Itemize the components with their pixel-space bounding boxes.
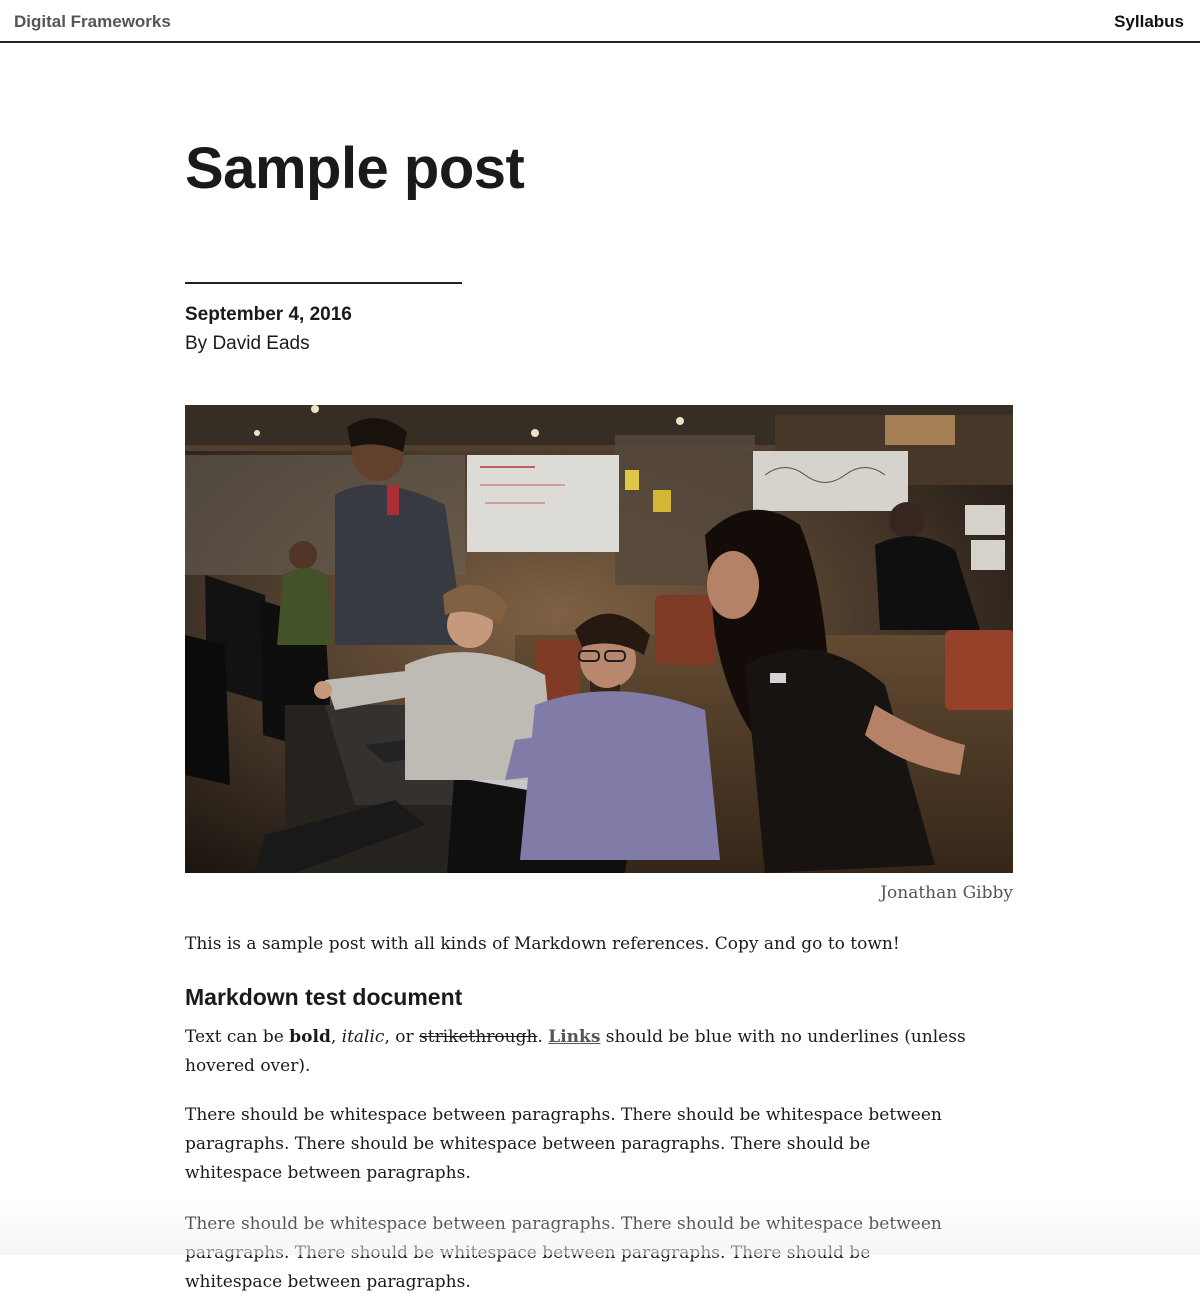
site-title-link[interactable]: Digital Frameworks [14,12,171,32]
post-title: Sample post [185,136,525,201]
text-segment: Text can be [185,1027,290,1047]
post-date: September 4, 2016 [185,304,352,325]
post-photo [185,405,1013,873]
strikethrough-text: strikethrough [419,1027,538,1047]
whitespace-paragraph-2: There should be whitespace between parag… [185,1214,942,1292]
photo-illustration [185,405,1013,873]
formatting-paragraph: Text can be bold, italic, or strikethrou… [185,1023,1013,1081]
top-navigation-bar: Digital Frameworks Syllabus [0,0,1200,43]
section-heading: Markdown test document [185,984,463,1010]
text-segment: . [537,1027,549,1047]
whitespace-paragraph-1: There should be whitespace between parag… [185,1105,942,1183]
text-segment: , [330,1027,342,1047]
italic-text: italic [341,1027,385,1047]
text-segment: , or [384,1027,420,1047]
title-divider [185,282,462,284]
links-link[interactable]: Links [548,1027,600,1047]
nav-link-syllabus[interactable]: Syllabus [1114,12,1184,32]
bold-text: bold [289,1027,331,1047]
photo-caption: Jonathan Gibby [880,883,1013,903]
post-author: By David Eads [185,333,310,354]
intro-paragraph: This is a sample post with all kinds of … [185,934,900,954]
